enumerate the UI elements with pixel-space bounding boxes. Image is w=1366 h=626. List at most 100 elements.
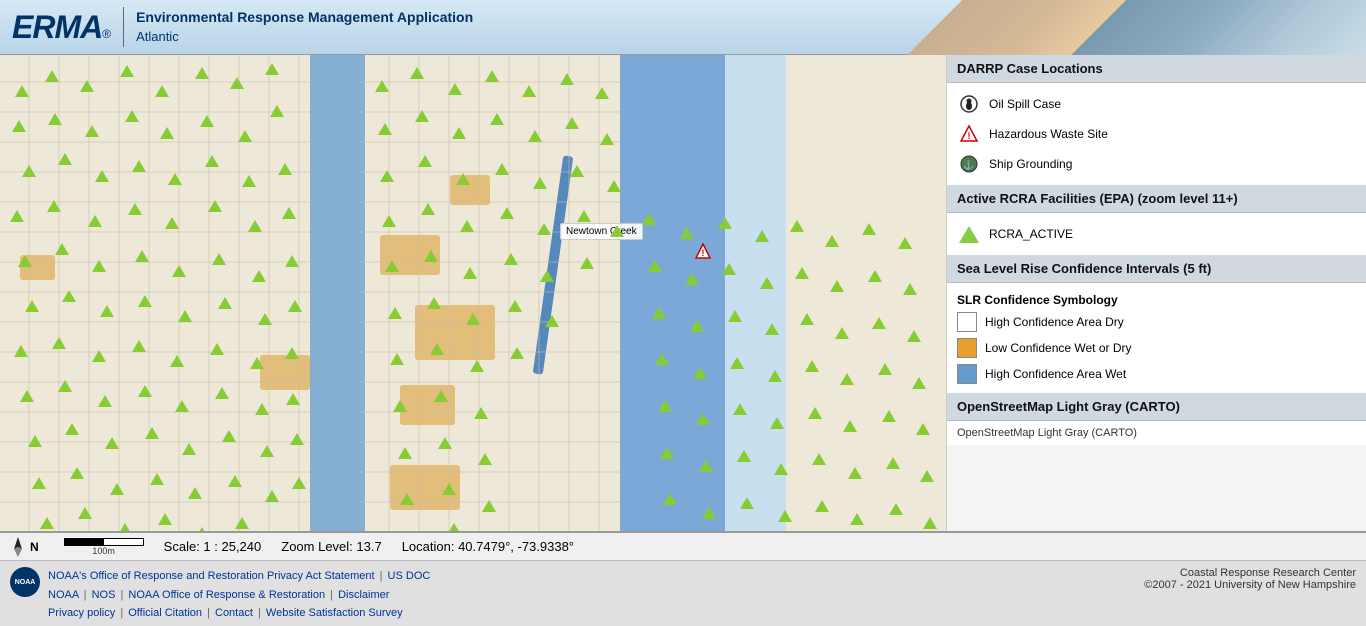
tri-map-marker — [388, 307, 402, 319]
tri-map-marker — [47, 200, 61, 212]
tri-map-marker — [248, 220, 262, 232]
tri-map-marker — [452, 127, 466, 139]
tri-map-marker — [238, 130, 252, 142]
tri-map-marker — [58, 380, 72, 392]
tri-map-marker — [212, 253, 226, 265]
tri-map-marker — [10, 210, 24, 222]
tri-map-marker — [702, 507, 716, 519]
tri-map-marker — [78, 507, 92, 519]
us-doc-link[interactable]: US DOC — [388, 570, 431, 582]
tri-map-marker — [25, 300, 39, 312]
tri-map-marker — [55, 243, 69, 255]
tri-map-marker — [434, 390, 448, 402]
scale-units: 100m — [92, 546, 115, 556]
tri-map-marker — [652, 307, 666, 319]
tri-map-marker — [768, 370, 782, 382]
tri-map-marker — [145, 427, 159, 439]
slr-section-content: SLR Confidence Symbology High Confidence… — [947, 283, 1366, 393]
tri-map-marker — [920, 470, 934, 482]
disclaimer-link[interactable]: Disclaimer — [338, 589, 389, 601]
tri-map-marker — [250, 357, 264, 369]
oil-spill-icon — [957, 92, 981, 116]
hazard-label: Hazardous Waste Site — [989, 127, 1108, 141]
tri-map-marker — [835, 327, 849, 339]
tri-map-marker — [421, 203, 435, 215]
erma-logo[interactable]: ERMA ® — [12, 9, 111, 46]
nos-link[interactable]: NOS — [92, 589, 116, 601]
tri-map-marker — [178, 310, 192, 322]
survey-link[interactable]: Website Satisfaction Survey — [266, 607, 403, 619]
newtown-creek-label: Newtown Creek — [560, 223, 643, 240]
tri-map-marker — [696, 413, 710, 425]
privacy-act-link[interactable]: NOAA's Office of Response and Restoratio… — [48, 570, 375, 582]
noaa-link[interactable]: NOAA — [48, 589, 79, 601]
map-area[interactable]: Newtown Creek ! — [0, 55, 946, 531]
hazard-icon: ! — [957, 122, 981, 146]
road-grid — [0, 55, 310, 531]
tri-map-marker — [110, 483, 124, 495]
footer-left-links: NOAA's Office of Response and Restoratio… — [48, 567, 430, 623]
tri-map-marker — [393, 400, 407, 412]
tri-map-marker — [32, 477, 46, 489]
legend-item-hazard: ! Hazardous Waste Site — [957, 119, 1356, 149]
tri-map-marker — [390, 353, 404, 365]
tri-map-marker — [595, 87, 609, 99]
tri-map-marker — [58, 153, 72, 165]
tri-map-marker — [195, 527, 209, 531]
slr-dry-label: High Confidence Area Dry — [985, 315, 1124, 329]
citation-link[interactable]: Official Citation — [128, 607, 202, 619]
tri-map-marker — [105, 437, 119, 449]
tri-map-marker — [150, 473, 164, 485]
tri-map-marker — [800, 313, 814, 325]
tri-map-marker — [916, 423, 930, 435]
tri-map-marker — [375, 80, 389, 92]
tri-map-marker — [415, 110, 429, 122]
tri-map-marker — [218, 297, 232, 309]
tri-map-marker — [737, 450, 751, 462]
tri-map-marker — [205, 155, 219, 167]
hazard-marker[interactable]: ! — [695, 243, 711, 259]
land-right — [786, 55, 946, 531]
osm-subtitle: OpenStreetMap Light Gray (CARTO) — [957, 427, 1356, 439]
tri-map-marker — [470, 360, 484, 372]
tri-map-marker — [118, 523, 132, 531]
tri-map-marker — [600, 133, 614, 145]
tri-map-marker — [500, 207, 514, 219]
tri-map-marker — [862, 223, 876, 235]
credit-line1: Coastal Response Research Center — [1144, 567, 1356, 579]
rcra-section-content: RCRA_ACTIVE — [947, 213, 1366, 255]
slr-low-box — [957, 338, 977, 358]
tri-map-marker — [270, 105, 284, 117]
tri-map-marker — [230, 77, 244, 89]
tri-map-marker — [693, 367, 707, 379]
osm-section-content: OpenStreetMap Light Gray (CARTO) — [947, 421, 1366, 445]
tri-map-marker — [120, 65, 134, 77]
tri-map-marker — [718, 217, 732, 229]
legend-item-slr-wet: High Confidence Area Wet — [957, 361, 1356, 387]
tri-map-marker — [610, 225, 624, 237]
app-title-line2: Atlantic — [136, 28, 473, 46]
tri-map-marker — [48, 113, 62, 125]
tri-map-marker — [878, 363, 892, 375]
scale-ratio: Scale: 1 : 25,240 — [164, 539, 262, 554]
tri-map-marker — [889, 503, 903, 515]
tri-map-marker — [52, 337, 66, 349]
tri-map-marker — [778, 510, 792, 522]
tri-map-marker — [418, 155, 432, 167]
tri-map-marker — [495, 163, 509, 175]
tri-map-marker — [128, 203, 142, 215]
legend-item-slr-dry: High Confidence Area Dry — [957, 309, 1356, 335]
tri-map-marker — [255, 403, 269, 415]
privacy-policy-link[interactable]: Privacy policy — [48, 607, 115, 619]
app-title: Environmental Response Management Applic… — [136, 8, 473, 46]
tri-map-marker — [20, 390, 34, 402]
tri-map-marker — [770, 417, 784, 429]
tri-map-marker — [132, 160, 146, 172]
tri-map-marker — [15, 85, 29, 97]
tri-map-marker — [62, 290, 76, 302]
tri-map-marker — [825, 235, 839, 247]
contact-link[interactable]: Contact — [215, 607, 253, 619]
orr-link[interactable]: NOAA Office of Response & Restoration — [128, 589, 325, 601]
tri-map-marker — [923, 517, 937, 529]
tri-map-marker — [40, 517, 54, 529]
